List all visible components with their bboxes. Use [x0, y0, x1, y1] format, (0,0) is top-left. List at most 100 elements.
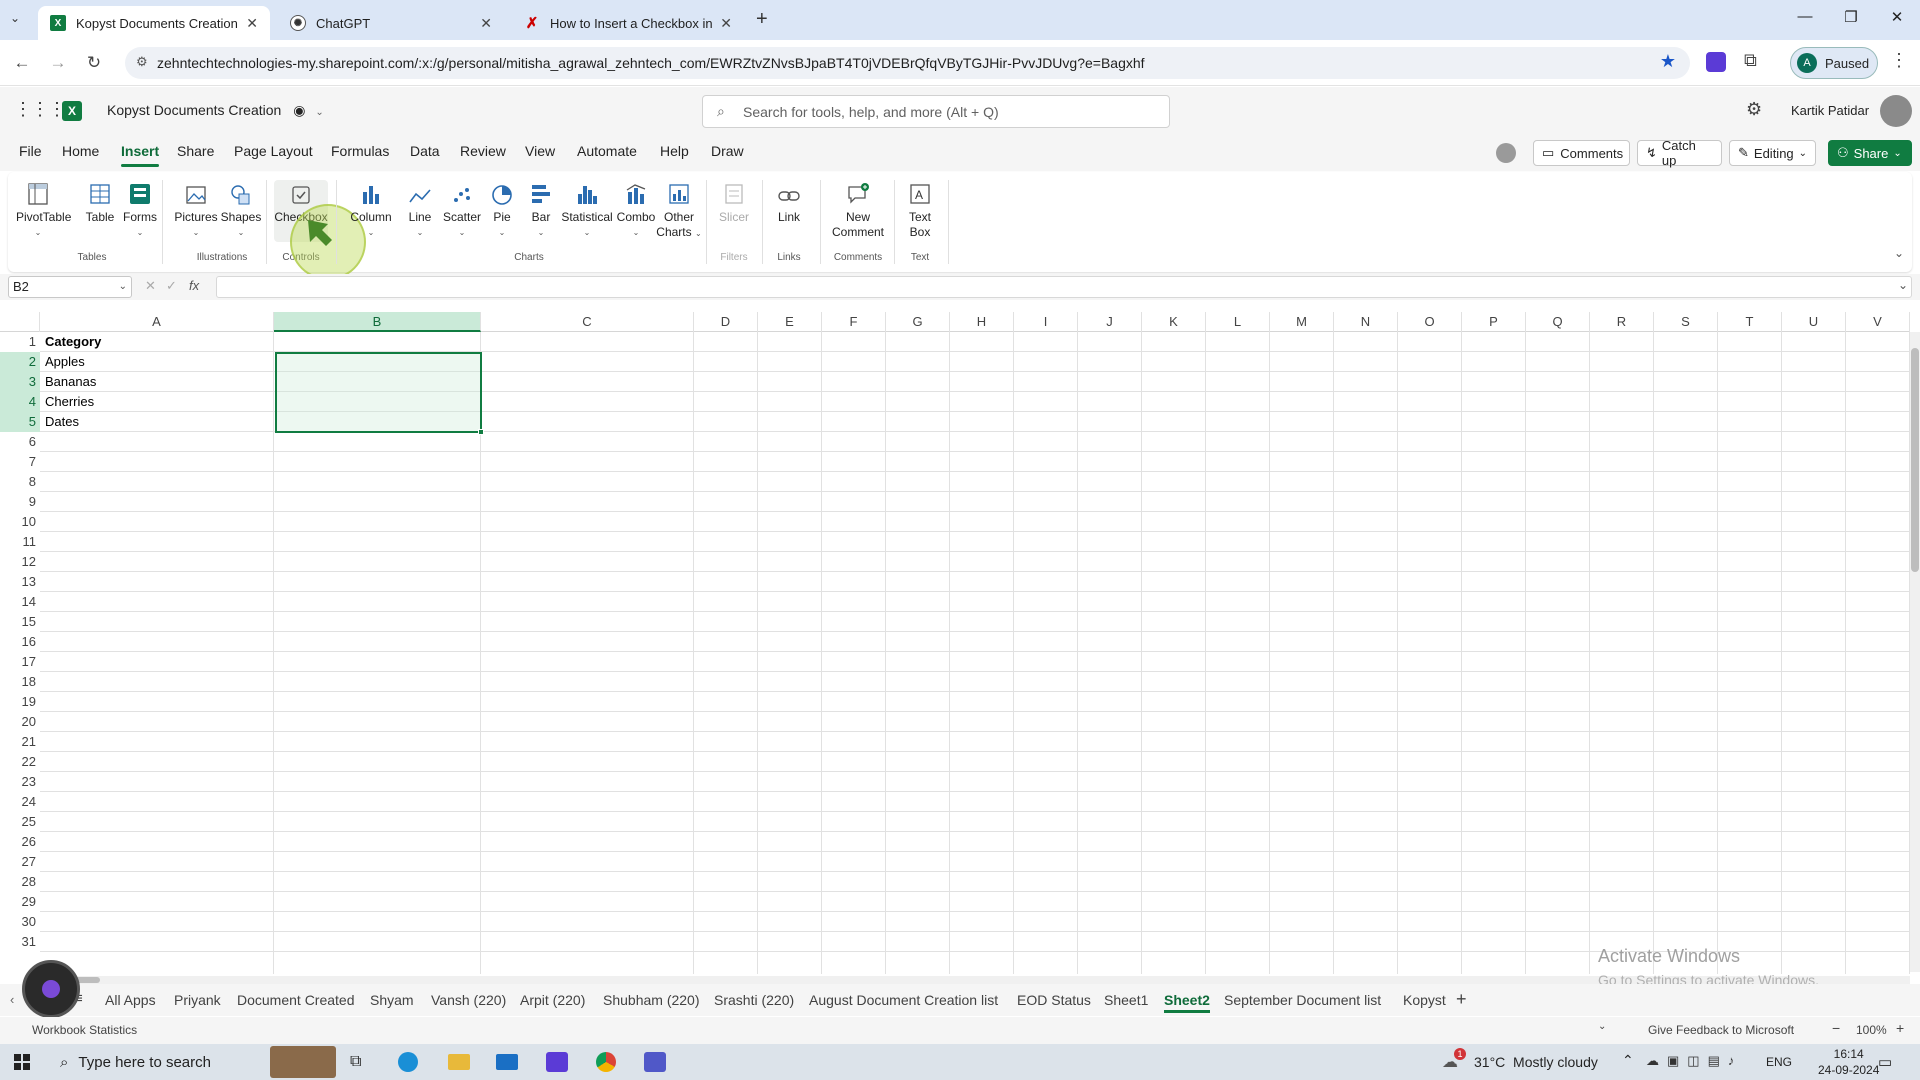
pivottable-button[interactable]: PivotTable ⌄ [16, 180, 71, 240]
teams-icon[interactable] [644, 1052, 666, 1072]
sheet-tab-eod-status[interactable]: EOD Status [1017, 992, 1091, 1008]
address-bar[interactable]: ⚙ zehntechtechnologies-my.sharepoint.com… [125, 47, 1690, 79]
chrome-icon[interactable] [596, 1052, 616, 1072]
row-header-26[interactable]: 26 [0, 832, 40, 852]
row-header-19[interactable]: 19 [0, 692, 40, 712]
fill-handle[interactable] [478, 429, 484, 435]
sheet-tab-srashti-220[interactable]: Srashti (220) [714, 992, 794, 1008]
clock[interactable]: 16:14 24-09-2024 [1818, 1046, 1879, 1078]
sheet-tab-august-document-creation-list[interactable]: August Document Creation list [809, 992, 998, 1008]
cell-a5[interactable]: Dates [41, 412, 79, 432]
cancel-formula-icon[interactable]: ✕ [145, 278, 156, 294]
text-box-button[interactable]: A Text Box [902, 180, 938, 240]
select-all-corner[interactable] [0, 312, 40, 332]
tab-page-layout[interactable]: Page Layout [234, 143, 313, 159]
tab-view[interactable]: View [525, 143, 555, 159]
confirm-formula-icon[interactable]: ✓ [166, 278, 177, 294]
catch-up-button[interactable]: ↯ Catch up [1637, 138, 1722, 168]
extension-icon[interactable] [1706, 52, 1726, 72]
row-header-31[interactable]: 31 [0, 932, 40, 952]
insert-function-icon[interactable]: fx [189, 278, 199, 293]
slicer-button[interactable]: Slicer [714, 180, 754, 225]
other-charts-button[interactable]: Other Charts ⌄ [656, 180, 702, 241]
sheet-tab-document-created[interactable]: Document Created [237, 992, 355, 1008]
zoom-out-icon[interactable]: − [1832, 1020, 1840, 1036]
column-header-c[interactable]: C [481, 312, 694, 332]
sheet-tab-sheet1[interactable]: Sheet1 [1104, 992, 1148, 1008]
tab-automate[interactable]: Automate [577, 143, 637, 159]
tab-search-icon[interactable]: ⌄ [10, 11, 20, 25]
tab-data[interactable]: Data [410, 143, 440, 159]
reload-icon[interactable]: ↻ [82, 51, 106, 75]
row-header-4[interactable]: 4 [0, 392, 40, 412]
cell-a3[interactable]: Bananas [41, 372, 96, 392]
tab-insert[interactable]: Insert [121, 143, 160, 167]
row-header-16[interactable]: 16 [0, 632, 40, 652]
workbook-statistics-button[interactable]: Workbook Statistics [32, 1023, 137, 1037]
comments-button[interactable]: ▭ Comments [1533, 140, 1630, 166]
row-header-10[interactable]: 10 [0, 512, 40, 532]
column-header-h[interactable]: H [950, 312, 1014, 332]
user-avatar[interactable] [1880, 95, 1912, 127]
close-tab-icon[interactable]: ✕ [246, 15, 258, 32]
column-header-r[interactable]: R [1590, 312, 1654, 332]
selected-range[interactable] [275, 352, 484, 435]
ribbon-collapse-chevron-icon[interactable]: ⌄ [1894, 246, 1904, 260]
row-header-28[interactable]: 28 [0, 872, 40, 892]
profile-button[interactable]: A Paused [1790, 47, 1878, 79]
tab-draw[interactable]: Draw [711, 143, 744, 159]
row-header-23[interactable]: 23 [0, 772, 40, 792]
scrollbar-thumb[interactable] [1911, 348, 1919, 572]
row-header-14[interactable]: 14 [0, 592, 40, 612]
windows-start-icon[interactable] [14, 1054, 30, 1070]
zoom-level[interactable]: 100% [1856, 1023, 1887, 1037]
browser-tab-excel[interactable]: X Kopyst Documents Creation.xls ✕ [38, 6, 270, 40]
screen-recorder-widget[interactable] [22, 960, 80, 1018]
action-center-icon[interactable]: ▭ [1878, 1053, 1892, 1071]
column-header-v[interactable]: V [1846, 312, 1910, 332]
close-tab-icon[interactable]: ✕ [720, 15, 732, 32]
sheet-tab-all-apps[interactable]: All Apps [105, 992, 156, 1008]
window-close-icon[interactable]: ✕ [1882, 8, 1912, 32]
add-sheet-icon[interactable]: + [1456, 989, 1467, 1010]
new-comment-button[interactable]: New Comment [828, 180, 888, 240]
file-explorer-icon[interactable] [448, 1054, 470, 1070]
sheet-tab-shubham-220[interactable]: Shubham (220) [603, 992, 700, 1008]
pictures-button[interactable]: Pictures ⌄ [172, 180, 220, 240]
row-header-22[interactable]: 22 [0, 752, 40, 772]
share-button[interactable]: ⚇ Share ⌄ [1828, 140, 1912, 166]
column-header-s[interactable]: S [1654, 312, 1718, 332]
edge-icon[interactable] [398, 1052, 418, 1072]
row-header-27[interactable]: 27 [0, 852, 40, 872]
column-header-e[interactable]: E [758, 312, 822, 332]
column-header-o[interactable]: O [1398, 312, 1462, 332]
row-header-20[interactable]: 20 [0, 712, 40, 732]
column-chart-button[interactable]: Column ⌄ [348, 180, 394, 240]
feedback-link[interactable]: Give Feedback to Microsoft [1648, 1023, 1794, 1037]
column-header-d[interactable]: D [694, 312, 758, 332]
row-header-15[interactable]: 15 [0, 612, 40, 632]
row-header-8[interactable]: 8 [0, 472, 40, 492]
column-header-j[interactable]: J [1078, 312, 1142, 332]
row-header-21[interactable]: 21 [0, 732, 40, 752]
scroll-sheets-left-icon[interactable]: ‹ [10, 992, 14, 1007]
column-header-u[interactable]: U [1782, 312, 1846, 332]
editing-mode-button[interactable]: ✎ Editing ⌄ [1729, 140, 1816, 166]
row-header-1[interactable]: 1 [0, 332, 40, 352]
name-box[interactable]: B2 ⌄ [8, 276, 132, 298]
document-title[interactable]: Kopyst Documents Creation ◉ ⌄ [107, 102, 324, 119]
spreadsheet-grid[interactable]: ABCDEFGHIJKLMNOPQRSTUV 1 2 3 4 5 6 7 8 9 10 11 12 13… [0, 312, 1910, 974]
tab-help[interactable]: Help [660, 143, 689, 159]
line-chart-button[interactable]: Line ⌄ [400, 180, 440, 240]
row-header-11[interactable]: 11 [0, 532, 40, 552]
cell-a4[interactable]: Cherries [41, 392, 94, 412]
tab-formulas[interactable]: Formulas [331, 143, 389, 159]
column-header-p[interactable]: P [1462, 312, 1526, 332]
language-indicator[interactable]: ENG [1766, 1055, 1792, 1069]
tab-home[interactable]: Home [62, 143, 99, 159]
column-header-q[interactable]: Q [1526, 312, 1590, 332]
sheet-tab-vansh-220[interactable]: Vansh (220) [431, 992, 506, 1008]
row-header-13[interactable]: 13 [0, 572, 40, 592]
weather-text[interactable]: 31°C Mostly cloudy [1474, 1054, 1598, 1070]
copilot-icon[interactable] [1496, 143, 1516, 163]
